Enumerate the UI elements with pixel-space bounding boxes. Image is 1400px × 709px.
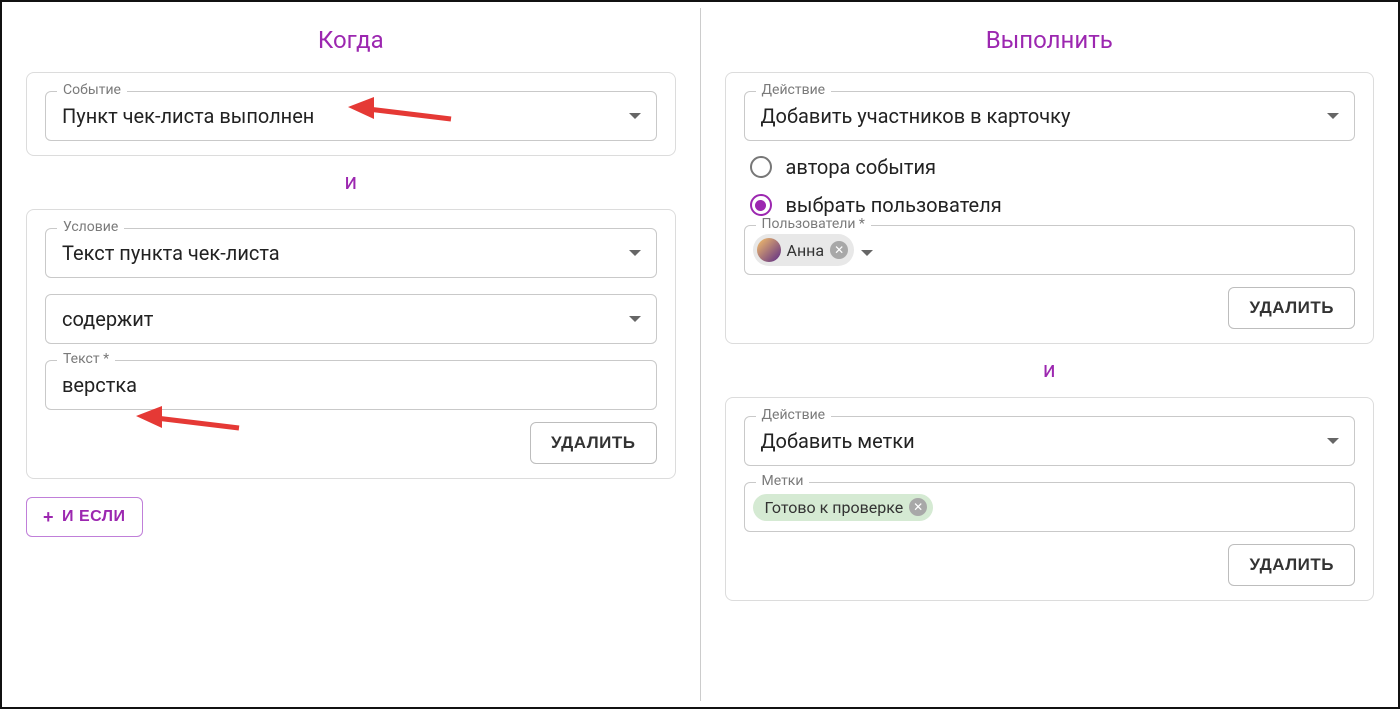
tags-field[interactable]: Готово к проверке ✕ xyxy=(744,482,1356,532)
action1-value: Добавить участников в карточку xyxy=(761,104,1071,128)
remove-chip-icon[interactable]: ✕ xyxy=(909,498,927,516)
action1-card: Действие Добавить участников в карточку … xyxy=(725,72,1375,344)
and-separator: и xyxy=(26,170,676,195)
radio-author-label: автора события xyxy=(786,155,937,179)
operator-value: содержит xyxy=(62,307,153,331)
radio-select-user[interactable]: выбрать пользователя xyxy=(750,193,1356,217)
when-title: Когда xyxy=(26,26,676,54)
text-value: верстка xyxy=(62,373,137,397)
action1-select[interactable]: Добавить участников в карточку xyxy=(744,91,1356,141)
event-value: Пункт чек-листа выполнен xyxy=(62,104,314,128)
delete-action1-button[interactable]: УДАЛИТЬ xyxy=(1228,287,1355,329)
tags-label: Метки xyxy=(756,473,810,489)
and-separator: и xyxy=(725,358,1375,383)
action2-value: Добавить метки xyxy=(761,429,915,453)
dropdown-icon xyxy=(628,112,642,120)
delete-condition-button[interactable]: УДАЛИТЬ xyxy=(530,422,657,464)
dropdown-icon xyxy=(1326,437,1340,445)
condition-select[interactable]: Текст пункта чек-листа xyxy=(45,228,657,278)
condition-label: Условие xyxy=(57,219,124,235)
dropdown-icon xyxy=(1326,112,1340,120)
execute-column: Выполнить Действие Добавить участников в… xyxy=(701,2,1399,707)
event-card: Событие Пункт чек-листа выполнен xyxy=(26,72,676,156)
event-label: Событие xyxy=(57,82,127,98)
text-label: Текст * xyxy=(57,351,115,367)
plus-icon: + xyxy=(43,508,54,526)
radio-user-label: выбрать пользователя xyxy=(786,193,1002,217)
tag-chip-label: Готово к проверке xyxy=(765,498,904,517)
radio-author[interactable]: автора события xyxy=(750,155,1356,179)
avatar-icon xyxy=(757,238,781,262)
radio-icon xyxy=(750,194,772,216)
tag-chip[interactable]: Готово к проверке ✕ xyxy=(753,494,934,521)
remove-chip-icon[interactable]: ✕ xyxy=(830,241,848,259)
action-label: Действие xyxy=(756,82,832,98)
users-label: Пользователи * xyxy=(756,216,871,232)
when-column: Когда Событие Пункт чек-листа выполнен и… xyxy=(2,2,700,707)
operator-select[interactable]: содержит xyxy=(45,294,657,344)
user-chip[interactable]: Анна ✕ xyxy=(753,234,855,266)
user-chip-label: Анна xyxy=(787,241,825,260)
dropdown-icon xyxy=(628,249,642,257)
radio-icon xyxy=(750,156,772,178)
users-field[interactable]: Анна ✕ xyxy=(744,225,1356,275)
condition-value: Текст пункта чек-листа xyxy=(62,241,280,265)
condition-card: Условие Текст пункта чек-листа содержит xyxy=(26,209,676,479)
execute-title: Выполнить xyxy=(725,26,1375,54)
action-label: Действие xyxy=(756,407,832,423)
dropdown-icon xyxy=(628,315,642,323)
text-input[interactable]: верстка xyxy=(45,360,657,410)
add-if-label: И ЕСЛИ xyxy=(62,508,126,526)
action2-select[interactable]: Добавить метки xyxy=(744,416,1356,466)
add-if-button[interactable]: + И ЕСЛИ xyxy=(26,497,143,537)
dropdown-icon xyxy=(860,238,874,262)
action2-card: Действие Добавить метки Метки Готово к п… xyxy=(725,397,1375,601)
event-select[interactable]: Пункт чек-листа выполнен xyxy=(45,91,657,141)
delete-action2-button[interactable]: УДАЛИТЬ xyxy=(1228,544,1355,586)
